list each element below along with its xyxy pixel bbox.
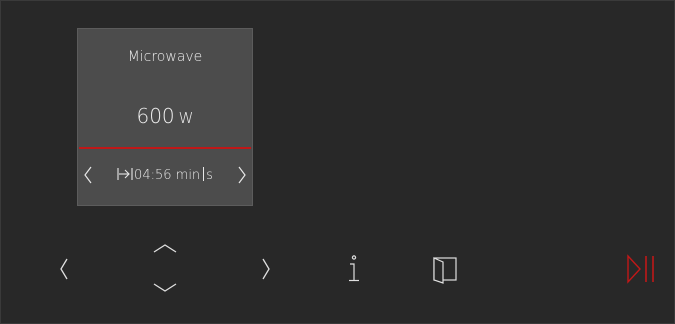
chevron-right-icon [262,258,270,280]
mode-card[interactable]: Microwave 600 W 04:56 min s [77,28,253,206]
chevron-up-icon [153,244,177,253]
door-button[interactable] [431,254,461,284]
duration-display[interactable]: 04:56 min s [78,167,252,183]
navigate-right-button[interactable] [259,256,273,282]
power-value: 600 [136,104,175,128]
info-button[interactable] [344,254,364,284]
navigate-up-button[interactable] [151,241,179,255]
power-unit: W [178,109,194,127]
chevron-down-icon [153,283,177,292]
chevron-right-icon [238,166,246,184]
time-setting: 04:56 min s [78,165,252,185]
mode-title: Microwave [127,49,203,65]
duration-unit-s: s [206,168,213,183]
info-icon [349,255,359,282]
selection-indicator [79,147,251,149]
duration-value: 04:56 [134,168,172,183]
unit-separator [203,167,205,181]
door-icon [433,257,457,284]
navigate-left-button[interactable] [57,256,71,282]
play-pause-icon [627,254,654,284]
oven-display: Microwave 600 W 04:56 min s [0,0,675,324]
start-pause-button[interactable] [624,253,658,285]
time-increase-button[interactable] [235,165,249,185]
power-setting[interactable]: 600 W [78,104,252,128]
timer-icon [117,167,133,181]
duration-unit-min: min [175,168,201,183]
chevron-left-icon [60,258,68,280]
navigate-down-button[interactable] [151,281,179,295]
